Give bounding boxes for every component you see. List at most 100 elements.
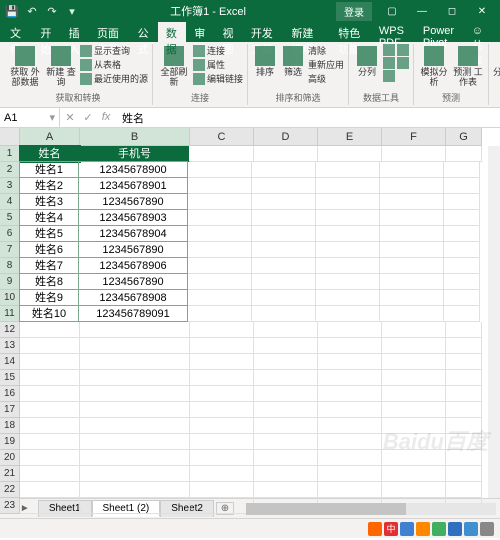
cancel-icon[interactable]: ✕ [62,111,78,124]
cell[interactable]: 姓名 [20,146,80,162]
tab-WPS PDF[interactable]: WPS PDF [371,22,415,42]
tool-icon[interactable] [383,44,409,56]
cell[interactable] [190,498,254,514]
row-header[interactable]: 13 [0,338,20,354]
cell[interactable]: 姓名5 [19,225,79,242]
cell[interactable] [20,498,80,514]
cell[interactable] [316,162,380,178]
advanced-button[interactable]: 高级 [308,72,344,85]
cell[interactable] [252,194,316,210]
tray-icon[interactable] [368,522,382,536]
cell[interactable] [382,386,446,402]
cell[interactable] [190,322,254,338]
cell[interactable] [190,354,254,370]
cell[interactable] [254,386,318,402]
row-header[interactable]: 2 [0,162,20,178]
formula-bar[interactable]: 姓名 [116,110,500,126]
cell[interactable] [188,290,252,306]
row-header[interactable]: 15 [0,370,20,386]
row-header[interactable]: 8 [0,258,20,274]
cell[interactable] [444,242,480,258]
cell[interactable] [80,450,190,466]
close-icon[interactable]: ✕ [468,1,496,21]
cell[interactable] [190,370,254,386]
cell[interactable] [318,370,382,386]
cell[interactable]: 12345678903 [78,209,188,226]
cell[interactable] [188,162,252,178]
cell[interactable] [444,306,480,322]
cell[interactable] [80,418,190,434]
cell[interactable] [252,226,316,242]
cell[interactable]: 姓名7 [19,257,79,274]
cell[interactable] [380,242,444,258]
cell[interactable]: 12345678901 [78,177,188,194]
cell[interactable] [252,162,316,178]
minimize-icon[interactable]: — [408,1,436,21]
new-query-button[interactable]: 新建 查询 [44,44,78,88]
tab-数据[interactable]: 数据 [158,22,186,42]
cell[interactable] [20,450,80,466]
horizontal-scrollbar[interactable] [246,503,496,515]
cell[interactable] [80,434,190,450]
qat-dropdown-icon[interactable]: ▾ [64,3,80,19]
cell[interactable] [446,466,482,482]
tray-icon[interactable] [448,522,462,536]
cell[interactable] [252,290,316,306]
tray-icon[interactable] [400,522,414,536]
cell[interactable] [316,274,380,290]
filter-button[interactable]: 筛选 [280,44,306,78]
cell[interactable] [20,434,80,450]
cell[interactable]: 1234567890 [78,273,188,290]
cell[interactable] [444,290,480,306]
cell[interactable] [316,178,380,194]
cell[interactable] [316,194,380,210]
cell[interactable] [316,258,380,274]
cell[interactable] [80,370,190,386]
column-header[interactable]: D [254,128,318,146]
row-header[interactable]: 12 [0,322,20,338]
cell[interactable] [382,338,446,354]
fx-icon[interactable]: fx [98,111,114,124]
cell[interactable] [446,402,482,418]
row-header[interactable]: 4 [0,194,20,210]
clear-button[interactable]: 清除 [308,44,344,57]
redo-icon[interactable]: ↷ [44,3,60,19]
cell[interactable] [188,178,252,194]
cell[interactable] [382,370,446,386]
cell[interactable] [380,274,444,290]
get-external-data-button[interactable]: 获取 外部数据 [8,44,42,88]
cell[interactable]: 姓名2 [19,177,79,194]
cell[interactable] [252,306,316,322]
share-button[interactable]: ☺ 共享 [464,22,500,42]
cell[interactable] [80,338,190,354]
cell[interactable] [188,194,252,210]
cell[interactable] [382,322,446,338]
cell[interactable] [444,258,480,274]
cell[interactable] [252,274,316,290]
cell[interactable]: 姓名9 [19,289,79,306]
cell[interactable] [444,210,480,226]
undo-icon[interactable]: ↶ [24,3,40,19]
column-header[interactable]: B [80,128,190,146]
row-header[interactable]: 18 [0,418,20,434]
cell[interactable] [316,242,380,258]
whatif-button[interactable]: 模拟分析 [418,44,450,88]
cell[interactable] [444,226,480,242]
cell[interactable] [188,306,252,322]
cell[interactable] [318,338,382,354]
cell[interactable] [254,466,318,482]
cell[interactable] [254,146,318,162]
cell[interactable] [20,466,80,482]
cell[interactable] [444,194,480,210]
cell[interactable] [190,386,254,402]
cell[interactable] [190,418,254,434]
cell[interactable] [446,418,482,434]
spreadsheet-grid[interactable]: ABCDEFG 12345678910111213141516171819202… [0,128,500,498]
cell[interactable] [316,210,380,226]
cell[interactable] [382,146,446,162]
tab-视图[interactable]: 视图 [215,22,243,42]
cell[interactable] [380,226,444,242]
tray-icon[interactable] [480,522,494,536]
cell[interactable]: 123456789091 [78,305,188,322]
tool-icon[interactable] [383,70,409,82]
